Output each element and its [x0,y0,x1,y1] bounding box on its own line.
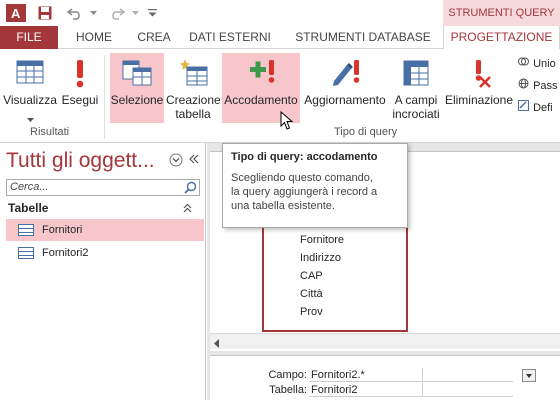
ribbon-tabs: FILE HOME CREA DATI ESTERNI STRUMENTI DA… [0,26,560,50]
field-item[interactable]: Prov [300,306,323,318]
make-table-label-2: tabella [175,107,211,121]
delete-query-button[interactable]: Eliminazione [444,53,514,123]
run-button[interactable]: Esegui [60,53,100,123]
data-definition-query-button[interactable]: Defi [518,99,553,117]
mouse-cursor-icon [280,110,294,131]
tab-database-tools[interactable]: STRUMENTI DATABASE [288,26,438,49]
view-dropdown-icon[interactable] [2,111,58,125]
nav-search-input[interactable]: Cerca... [6,179,200,196]
tooltip-line: la query aggiungerà i record a [231,186,378,198]
table-icon [18,224,34,236]
update-query-icon [328,57,362,89]
collapse-section-icon[interactable] [183,202,192,216]
crosstab-label-2: incrociati [392,107,440,121]
crosstab-query-icon [399,57,433,89]
redo-dropdown-icon[interactable] [130,3,140,23]
run-label: Esegui [61,93,99,107]
select-query-icon [120,57,154,89]
nav-item-fornitori2[interactable]: Fornitori2 [6,242,204,264]
scroll-left-icon[interactable] [214,337,220,351]
make-table-button[interactable]: Creazione tabella [166,53,221,123]
grid-field-cell[interactable]: Fornitori2.* [309,368,423,382]
grid-field-label: Campo: [268,369,307,381]
nav-item-fornitori[interactable]: Fornitori [6,219,204,241]
tab-home[interactable]: HOME [68,26,120,49]
data-definition-label: Defi [533,102,553,114]
navigation-pane: Tutti gli oggett... Cerca... Tabelle For… [0,143,206,400]
undo-dropdown-icon[interactable] [88,3,98,23]
crosstab-label-1: A campi [394,93,438,107]
grid-empty-cell[interactable] [423,383,513,397]
tab-create[interactable]: CREA [128,26,180,49]
crosstab-query-button[interactable]: A campi incrociati [390,53,442,123]
tooltip-title: Tipo di query: accodamento [231,151,378,163]
horizontal-scrollbar[interactable] [210,333,560,349]
passthrough-label: Pass [533,80,558,92]
select-query-label: Selezione [110,93,164,107]
nav-section-label: Tabelle [8,201,49,215]
append-query-icon [244,57,278,89]
union-label: Unio [533,58,556,70]
nav-pane-title[interactable]: Tutti gli oggett... [6,149,155,173]
make-table-label-1: Creazione [166,93,221,107]
globe-icon [518,77,530,95]
svg-text:A: A [11,6,21,21]
grid-table-cell[interactable]: Fornitori2 [309,383,423,397]
append-query-label: Accodamento [224,93,298,107]
nav-item-label: Fornitori2 [42,247,89,259]
results-group-label: Risultati [30,126,70,138]
search-icon[interactable] [184,181,198,195]
field-dropdown-icon[interactable] [522,369,536,382]
append-tooltip: Tipo di query: accodamento Scegliendo qu… [222,143,408,228]
tooltip-body: Scegliendo questo comando, la query aggi… [231,171,399,213]
passthrough-query-button[interactable]: Pass [518,77,558,95]
update-query-button[interactable]: Aggiornamento [302,53,388,123]
customize-icon[interactable] [146,3,158,23]
ribbon: Visualizza Esegui Risultati Selezione Cr… [0,49,560,143]
update-query-label: Aggiornamento [304,93,386,107]
view-label: Visualizza [3,93,57,107]
union-icon [518,55,530,73]
table-icon [18,247,34,259]
access-logo-icon[interactable]: A [4,3,28,23]
nav-menu-dropdown-icon[interactable] [169,153,183,167]
tab-external-data[interactable]: DATI ESTERNI [186,26,274,49]
grid-empty-cell[interactable] [423,368,513,382]
context-tab-header: STRUMENTI QUERY [443,0,560,26]
redo-icon[interactable] [106,3,128,23]
field-item[interactable]: Indirizzo [300,252,341,264]
query-design-grid[interactable]: Campo: Tabella: Fornitori2.* Fornitori2 [210,355,560,400]
union-query-button[interactable]: Unio [518,55,556,73]
tab-design[interactable]: PROGETTAZIONE [443,26,560,50]
tab-file[interactable]: FILE [0,26,58,49]
field-item[interactable]: Città [300,288,323,300]
tooltip-line: una tabella esistente. [231,200,335,212]
collapse-pane-icon[interactable] [188,153,200,167]
save-icon[interactable] [34,3,56,23]
field-item[interactable]: Fornitore [300,234,344,246]
view-button[interactable]: Visualizza [2,53,58,123]
title-bar: A STRUMENTI QUERY [0,0,560,26]
field-item[interactable]: CAP [300,270,323,282]
query-type-group-label: Tipo di query [334,126,398,138]
data-definition-icon [518,99,530,117]
make-table-icon [176,57,210,89]
delete-query-label: Eliminazione [444,93,514,107]
group-separator [104,55,105,139]
undo-icon[interactable] [64,3,86,23]
select-query-button[interactable]: Selezione [110,53,164,123]
exclamation-icon [63,57,97,89]
delete-query-icon [462,57,496,89]
datasheet-view-icon [13,57,47,89]
tooltip-line: Scegliendo questo comando, [231,172,373,184]
nav-section-tables[interactable]: Tabelle [6,200,200,218]
nav-item-label: Fornitori [42,224,83,236]
grid-table-label: Tabella: [269,384,307,396]
